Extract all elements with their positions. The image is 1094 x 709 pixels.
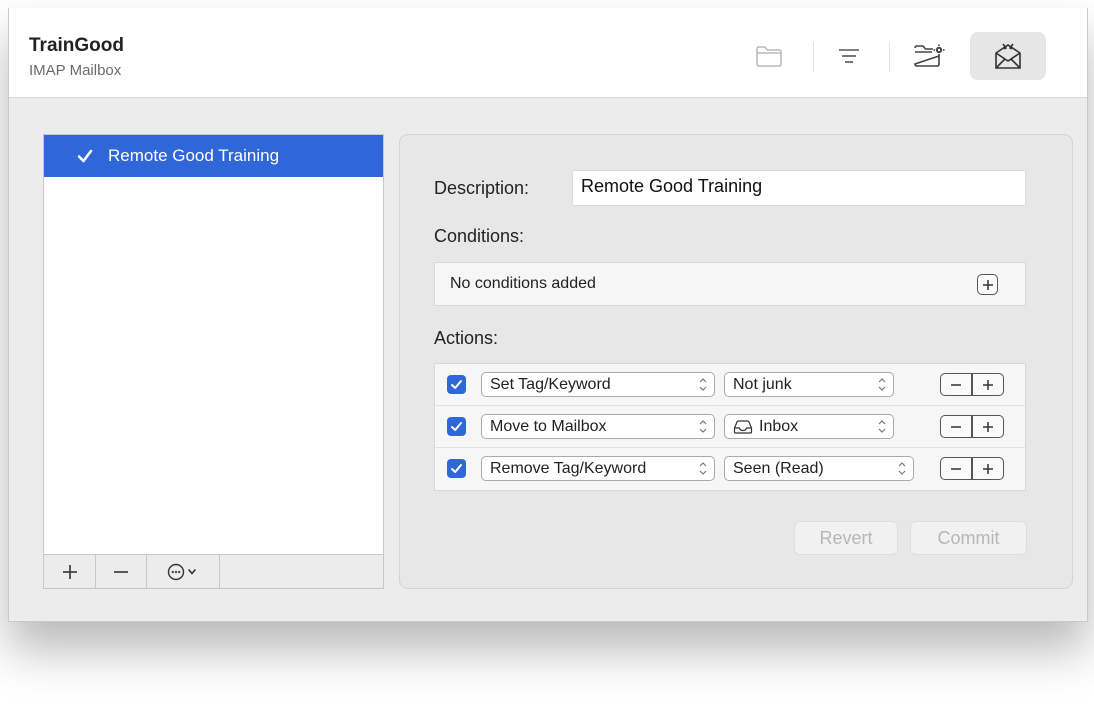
toolbar-separator (813, 42, 814, 72)
mailbox-subtitle: IMAP Mailbox (29, 62, 122, 79)
rule-name: Remote Good Training (108, 146, 280, 165)
inbox-tray-icon (733, 419, 753, 434)
mailbox-title: TrainGood (29, 35, 124, 56)
action-type-select[interactable]: Move to Mailbox (481, 414, 715, 439)
minus-icon (114, 570, 128, 573)
action-row: Set Tag/Keyword Not junk (435, 364, 1025, 406)
filter-lines-icon (839, 49, 859, 63)
action-remove-add-buttons (940, 373, 1004, 396)
action-row: Remove Tag/Keyword Seen (Read) (435, 448, 1025, 490)
mail-rules-button[interactable] (970, 32, 1046, 80)
action-type-value: Set Tag/Keyword (490, 375, 611, 393)
list-item[interactable]: Remote Good Training (44, 135, 383, 177)
filter-button[interactable] (827, 34, 871, 78)
up-down-chevron-icon (898, 462, 906, 475)
action-target-value: Inbox (759, 417, 799, 435)
revert-button[interactable]: Revert (794, 521, 898, 555)
action-type-value: Remove Tag/Keyword (490, 459, 647, 477)
plus-icon (62, 564, 77, 579)
checkmark-icon (451, 464, 462, 473)
add-action-button[interactable] (972, 373, 1004, 396)
checkmark-icon (451, 422, 462, 431)
list-bottom-bar (44, 554, 383, 588)
action-target-value: Not junk (733, 375, 792, 393)
action-type-select[interactable]: Set Tag/Keyword (481, 372, 715, 397)
more-actions-button[interactable] (147, 555, 220, 588)
action-target-select[interactable]: Not junk (724, 372, 894, 397)
folder-icon (756, 46, 782, 67)
remove-action-button[interactable] (940, 415, 972, 438)
conditions-box: No conditions added (434, 262, 1026, 306)
action-enabled-checkbox[interactable] (447, 375, 466, 394)
action-remove-add-buttons (940, 415, 1004, 438)
plus-icon (983, 463, 993, 474)
add-rule-button[interactable] (44, 555, 96, 588)
plus-icon (983, 379, 993, 390)
no-conditions-text: No conditions added (450, 275, 596, 292)
remove-action-button[interactable] (940, 373, 972, 396)
minus-icon (951, 383, 961, 386)
up-down-chevron-icon (878, 420, 886, 433)
remove-rule-button[interactable] (96, 555, 147, 588)
plus-icon (983, 421, 993, 432)
up-down-chevron-icon (699, 420, 707, 433)
add-condition-button[interactable] (977, 274, 998, 295)
description-label: Description: (434, 178, 530, 198)
action-remove-add-buttons (940, 457, 1004, 480)
minus-icon (951, 425, 961, 428)
action-target-value: Seen (Read) (733, 459, 824, 477)
checkmark-icon[interactable] (76, 147, 94, 165)
minus-icon (951, 467, 961, 470)
up-down-chevron-icon (878, 378, 886, 391)
folder-button[interactable] (747, 34, 791, 78)
checkmark-icon (451, 380, 462, 389)
rules-list[interactable]: Remote Good Training (43, 134, 384, 589)
actions-list: Set Tag/Keyword Not junk Move to Mailbox… (434, 363, 1026, 491)
folder-gear-icon (914, 44, 945, 67)
rule-editor-panel: Description: Remote Good Training Condit… (399, 134, 1073, 589)
action-type-select[interactable]: Remove Tag/Keyword (481, 456, 715, 481)
plus-icon (982, 279, 993, 290)
toolbar: TrainGood IMAP Mailbox (9, 8, 1087, 98)
action-row: Move to Mailbox Inbox (435, 406, 1025, 448)
add-action-button[interactable] (972, 415, 1004, 438)
up-down-chevron-icon (699, 462, 707, 475)
action-type-value: Move to Mailbox (490, 417, 607, 435)
commit-button[interactable]: Commit (910, 521, 1027, 555)
remove-action-button[interactable] (940, 457, 972, 480)
conditions-label: Conditions: (434, 226, 525, 246)
folder-settings-button[interactable] (907, 34, 951, 78)
actions-label: Actions: (434, 328, 499, 348)
description-field[interactable]: Remote Good Training (572, 170, 1026, 206)
action-target-select[interactable]: Seen (Read) (724, 456, 914, 481)
action-enabled-checkbox[interactable] (447, 417, 466, 436)
ellipsis-circle-icon (167, 563, 196, 580)
mail-rules-window: TrainGood IMAP Mailbox Remote Good Train… (8, 8, 1088, 622)
mail-rules-icon (995, 43, 1021, 69)
toolbar-separator (889, 42, 890, 72)
add-action-button[interactable] (972, 457, 1004, 480)
action-target-select[interactable]: Inbox (724, 414, 894, 439)
action-enabled-checkbox[interactable] (447, 459, 466, 478)
up-down-chevron-icon (699, 378, 707, 391)
